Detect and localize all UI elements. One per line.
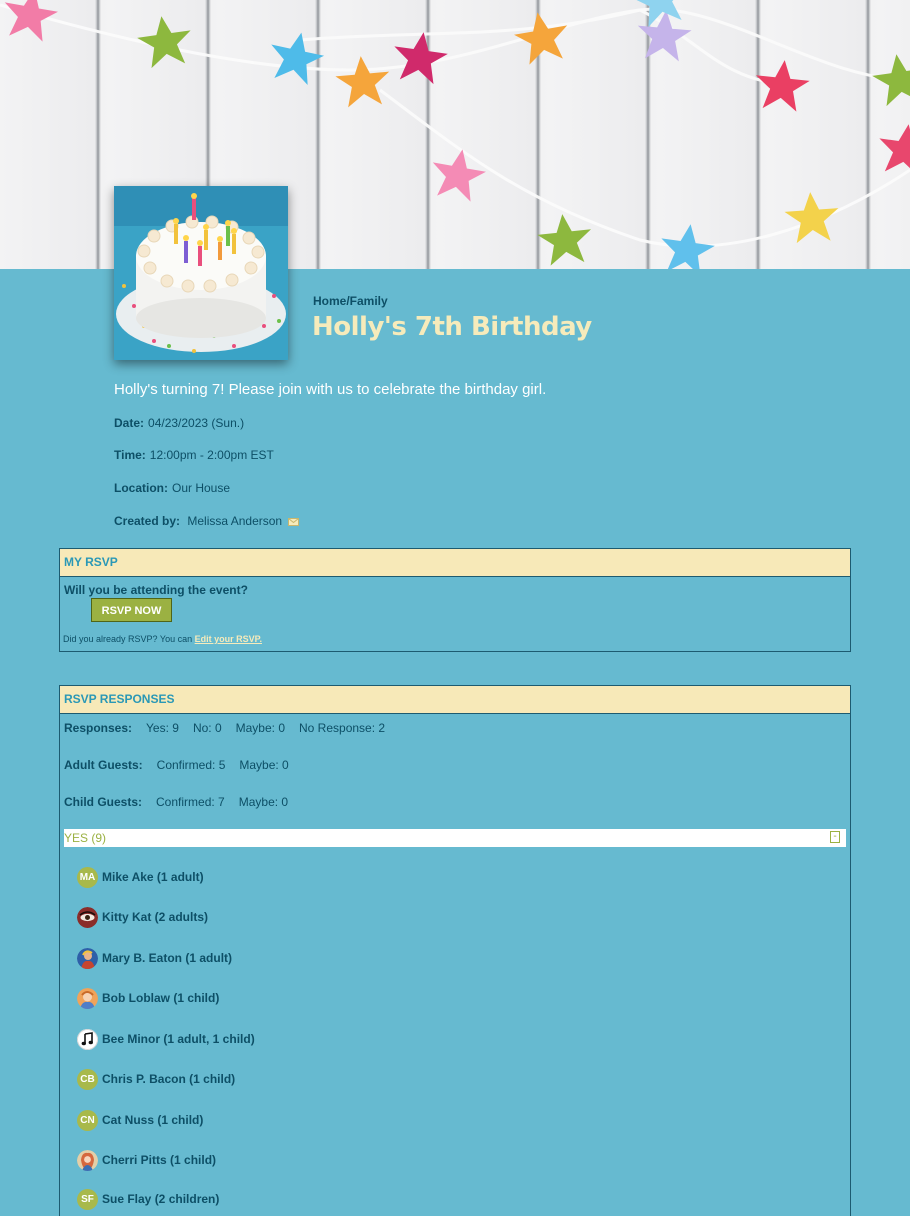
envelope-icon[interactable] (288, 515, 300, 529)
avatar: CB (77, 1068, 98, 1090)
guest-name: Bob Loblaw (1 child) (102, 991, 220, 1005)
no-response-count: No Response: 2 (299, 721, 386, 735)
avatar: SF (77, 1188, 98, 1210)
avatar (77, 1028, 98, 1050)
event-description: Holly's turning 7! Please join with us t… (114, 381, 547, 398)
guest-row: SF Sue Flay (2 children) (77, 1188, 219, 1210)
child-guests-label: Child Guests: (64, 795, 143, 809)
avatar (77, 987, 98, 1009)
avatar (77, 1149, 98, 1171)
guest-name: Mary B. Eaton (1 adult) (102, 951, 233, 965)
guest-name: Sue Flay (2 children) (102, 1192, 220, 1206)
edit-rsvp-link[interactable]: Edit your RSVP. (195, 634, 262, 644)
breadcrumb[interactable]: Home/Family (313, 294, 388, 308)
my-rsvp-panel: MY RSVP Will you be attending the event?… (59, 548, 851, 652)
time-value: 12:00pm - 2:00pm EST (149, 448, 274, 462)
rsvp-responses-panel: RSVP RESPONSES Responses: Yes: 9 No: 0 Mayb… (59, 685, 851, 1216)
avatar: MA (77, 866, 98, 888)
event-date: Date: 04/23/2023 (Sun.) (114, 416, 244, 430)
child-confirmed: Confirmed: 7 (156, 795, 225, 809)
eye-photo-icon (77, 906, 98, 928)
avatar (77, 906, 98, 928)
responses-label: Responses: (64, 721, 133, 735)
guest-name: Cherri Pitts (1 child) (102, 1153, 217, 1167)
time-label: Time: (114, 448, 146, 462)
date-label: Date: (114, 416, 145, 430)
page-title: Holly's 7th Birthday (312, 312, 592, 342)
adult-guests-summary: Adult Guests: Confirmed: 5 Maybe: 0 (64, 758, 303, 772)
already-rsvp-text: Did you already RSVP? You can (63, 634, 193, 644)
location-value: Our House (172, 481, 231, 495)
created-by-label: Created by: (114, 514, 181, 528)
collapse-button[interactable]: - (830, 831, 840, 843)
adult-maybe: Maybe: 0 (239, 758, 289, 772)
guest-row: Kitty Kat (2 adults) (77, 906, 208, 928)
my-rsvp-header: MY RSVP (60, 549, 850, 577)
guest-row: CN Cat Nuss (1 child) (77, 1109, 203, 1131)
guest-name: Chris P. Bacon (1 child) (102, 1072, 236, 1086)
guest-row: Cherri Pitts (1 child) (77, 1149, 216, 1171)
event-image (114, 186, 288, 360)
guest-name: Cat Nuss (1 child) (102, 1113, 204, 1127)
already-rsvp-note: Did you already RSVP? You can Edit your … (63, 634, 262, 644)
guest-row: Mary B. Eaton (1 adult) (77, 947, 232, 969)
attendance-question: Will you be attending the event? (64, 583, 248, 597)
child-maybe: Maybe: 0 (238, 795, 289, 809)
rsvp-now-button[interactable]: RSVP NOW (91, 598, 172, 622)
date-value: 04/23/2023 (Sun.) (148, 416, 245, 430)
maybe-count: Maybe: 0 (235, 721, 285, 735)
guest-row: CB Chris P. Bacon (1 child) (77, 1068, 235, 1090)
guest-name: Mike Ake (1 adult) (102, 870, 204, 884)
music-note-icon (77, 1028, 98, 1050)
yes-count: Yes: 9 (146, 721, 179, 735)
birthday-cake-image (114, 186, 288, 360)
guest-row: Bee Minor (1 adult, 1 child) (77, 1028, 255, 1050)
event-creator: Created by: Melissa Anderson (114, 514, 300, 529)
no-count: No: 0 (192, 721, 222, 735)
child-guests-summary: Child Guests: Confirmed: 7 Maybe: 0 (64, 795, 302, 809)
guest-row: MA Mike Ake (1 adult) (77, 866, 204, 888)
location-label: Location: (114, 481, 168, 495)
portrait-photo-icon (77, 987, 98, 1009)
event-time: Time: 12:00pm - 2:00pm EST (114, 448, 274, 462)
rsvp-responses-header: RSVP RESPONSES (60, 686, 850, 714)
portrait-photo-icon (77, 947, 98, 969)
responses-summary: Responses: Yes: 9 No: 0 Maybe: 0 No Response… (64, 721, 399, 735)
adult-confirmed: Confirmed: 5 (156, 758, 226, 772)
guest-name: Kitty Kat (2 adults) (102, 910, 209, 924)
adult-guests-label: Adult Guests: (64, 758, 143, 772)
event-location: Location: Our House (114, 481, 230, 495)
avatar: CN (77, 1109, 98, 1131)
guest-name: Bee Minor (1 adult, 1 child) (102, 1032, 255, 1046)
yes-group-header[interactable]: YES (9) - (64, 829, 846, 847)
guest-row: Bob Loblaw (1 child) (77, 987, 219, 1009)
avatar (77, 947, 98, 969)
portrait-photo-icon (77, 1149, 98, 1171)
creator-name: Melissa Anderson (187, 514, 283, 528)
yes-group-label: YES (9) (64, 831, 107, 845)
